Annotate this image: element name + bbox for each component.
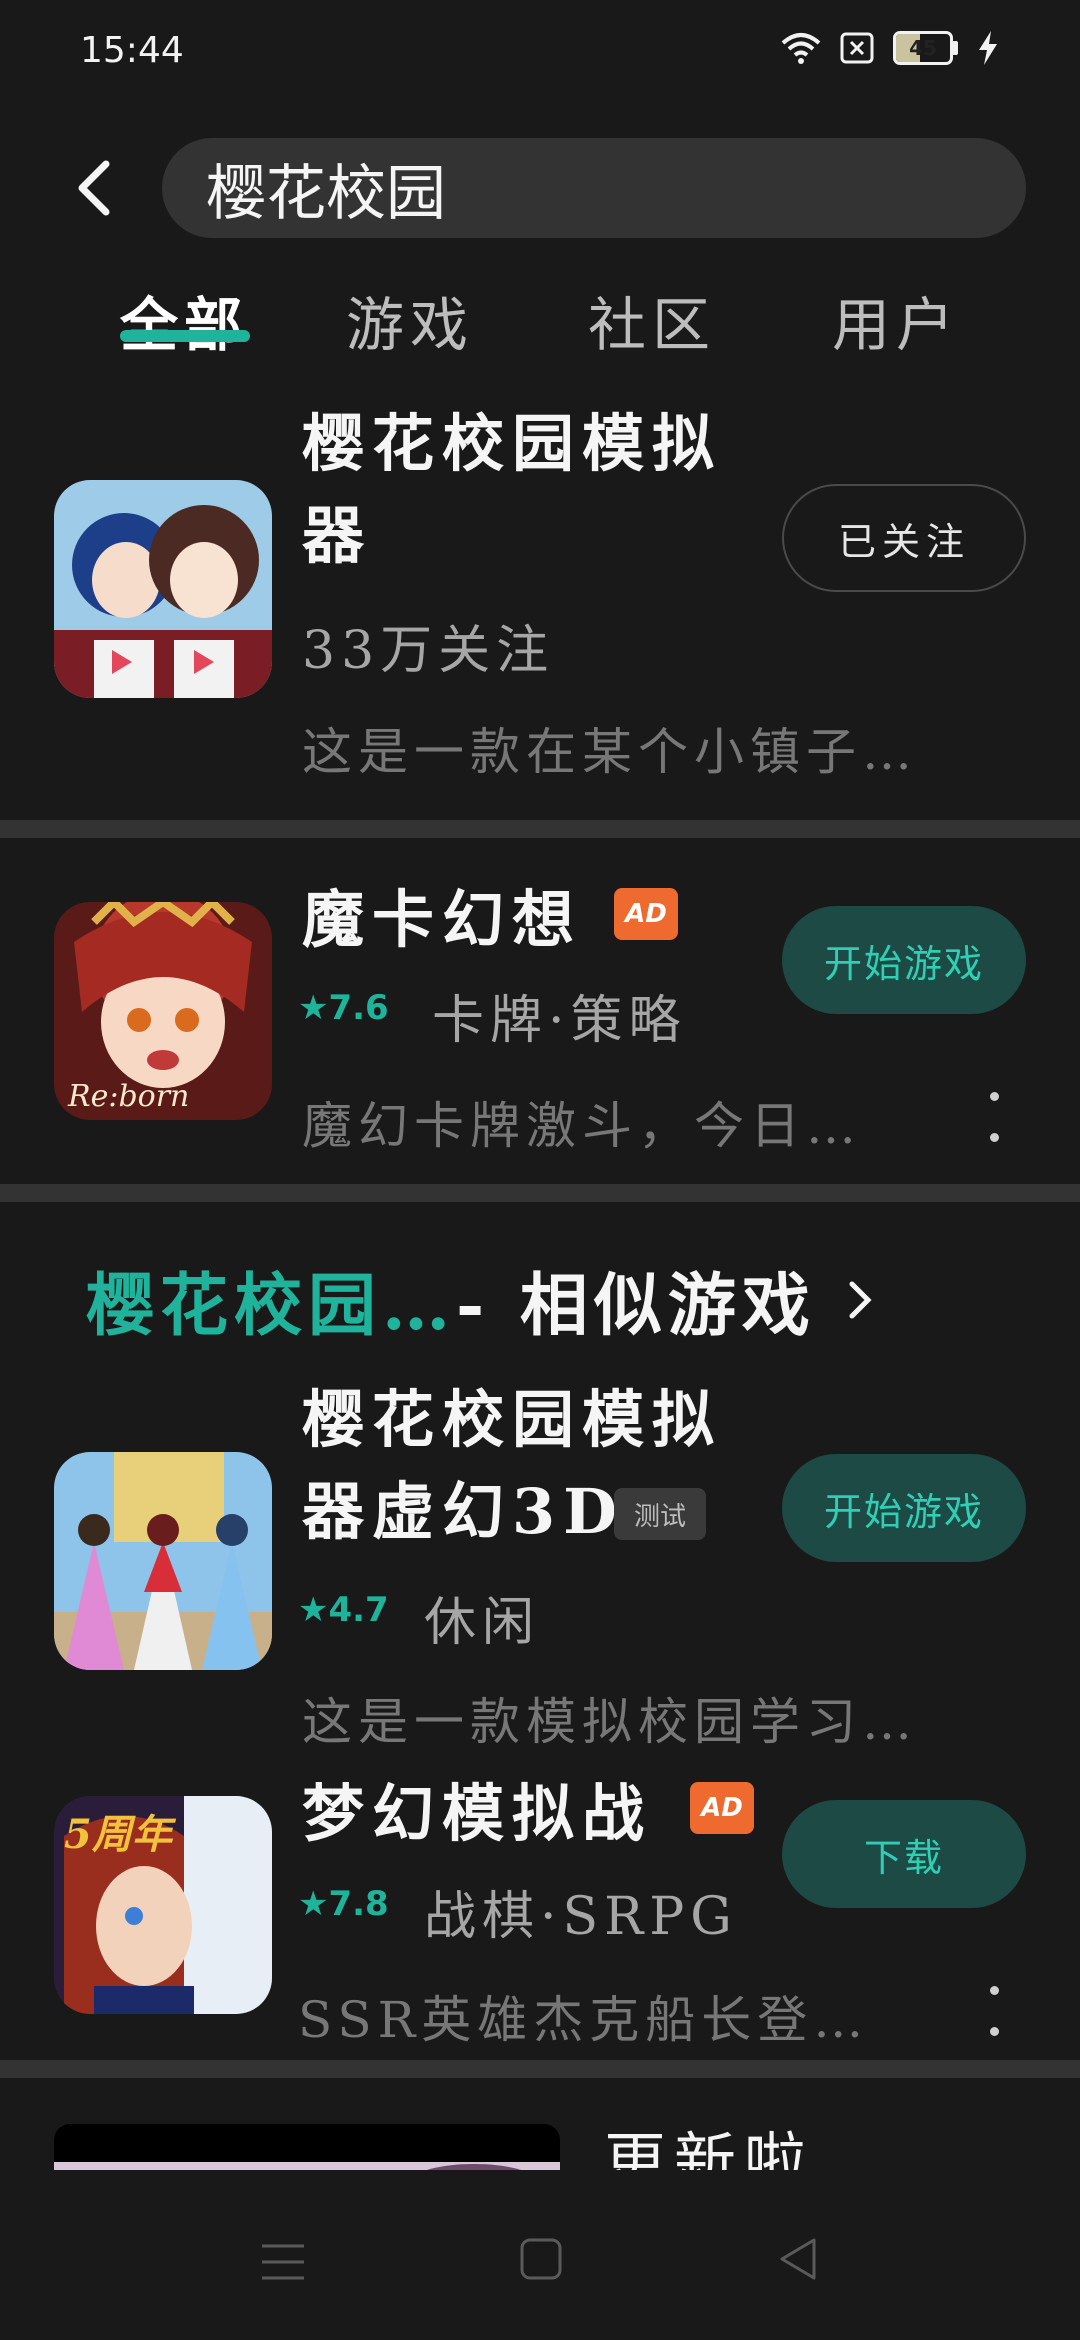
sakura-3d-icon[interactable] xyxy=(54,1452,272,1670)
mokahuanxiang-description: 魔幻卡牌激斗，今日… xyxy=(302,1097,862,1155)
charging-icon xyxy=(979,31,997,65)
section-divider xyxy=(0,1184,1080,1202)
ad-badge: AD xyxy=(614,888,678,940)
similar-games-source: 樱花校园… xyxy=(86,1266,457,1346)
chevron-right-icon xyxy=(849,1281,872,1318)
battery-tip xyxy=(953,41,958,55)
more-options-icon[interactable] xyxy=(990,1092,1006,1142)
home-icon[interactable] xyxy=(518,2236,564,2282)
tab-all[interactable]: 全部 xyxy=(120,278,248,362)
mokahuanxiang-rating-value: 7.6 xyxy=(328,988,389,1028)
menghuan-rating: ★7.8 xyxy=(298,1884,389,1924)
battery-level: 45 xyxy=(909,36,937,60)
search-query: 樱花校园 xyxy=(206,158,446,229)
star-icon: ★ xyxy=(298,1884,329,1924)
back-arrow-icon[interactable] xyxy=(74,158,114,218)
topic-title-line1[interactable]: 樱花校园模拟 xyxy=(302,398,722,490)
topic-followers: 33万关注 xyxy=(302,621,555,681)
status-time: 15:44 xyxy=(80,30,184,71)
sakura-3d-tags: 休闲 xyxy=(424,1593,541,1653)
more-options-icon[interactable] xyxy=(990,1986,1006,2036)
mokahuanxiang-tags: 卡牌·策略 xyxy=(432,991,687,1051)
followed-button[interactable]: 已关注 xyxy=(782,484,1026,592)
similar-games-label: - 相似游戏 xyxy=(456,1266,816,1346)
ad-badge: AD xyxy=(690,1782,754,1834)
star-icon: ★ xyxy=(298,988,329,1028)
menghuan-icon[interactable]: 5周年 xyxy=(54,1796,272,2014)
status-icons: 45 xyxy=(781,30,1000,66)
topic-title-line2[interactable]: 器 xyxy=(302,490,372,582)
sakura-3d-rating-value: 4.7 xyxy=(328,1590,389,1630)
mokahuanxiang-icon[interactable]: Re:born xyxy=(54,902,272,1120)
menghuan-description: SSR英雄杰克船长登… xyxy=(298,1991,870,2049)
search-input[interactable]: 樱花校园 xyxy=(162,138,1026,238)
sakura-3d-rating: ★4.7 xyxy=(298,1590,389,1630)
tab-users[interactable]: 用户 xyxy=(832,278,960,362)
menu-icon[interactable] xyxy=(258,2240,308,2284)
tab-community[interactable]: 社区 xyxy=(588,278,716,362)
sakura-3d-play-button[interactable]: 开始游戏 xyxy=(782,1454,1026,1562)
tab-games[interactable]: 游戏 xyxy=(346,278,474,362)
back-triangle-icon[interactable] xyxy=(776,2234,820,2284)
tab-active-indicator xyxy=(120,330,250,342)
sim-disabled-icon xyxy=(840,32,874,64)
mokahuanxiang-icon-text: Re:born xyxy=(67,1079,189,1114)
section-divider xyxy=(0,2060,1080,2078)
sakura-3d-title-line2[interactable]: 器虚幻3D xyxy=(302,1466,625,1558)
sakura-3d-title-line1[interactable]: 樱花校园模拟 xyxy=(302,1374,722,1466)
menghuan-tags: 战棋·SRPG xyxy=(424,1887,738,1947)
wifi-icon xyxy=(781,33,821,64)
topic-icon[interactable] xyxy=(54,480,272,698)
similar-games-heading[interactable]: 樱花校园… - 相似游戏 xyxy=(86,1250,880,1349)
menghuan-icon-text: 5周年 xyxy=(64,1811,177,1858)
mokahuanxiang-title[interactable]: 魔卡幻想 xyxy=(302,874,582,966)
menghuan-download-button[interactable]: 下载 xyxy=(782,1800,1026,1908)
menghuan-rating-value: 7.8 xyxy=(328,1884,389,1924)
topic-description: 这是一款在某个小镇子… xyxy=(302,723,918,781)
sakura-3d-description: 这是一款模拟校园学习… xyxy=(302,1693,918,1751)
mokahuanxiang-rating: ★7.6 xyxy=(298,988,389,1028)
star-icon: ★ xyxy=(298,1590,329,1630)
battery-icon: 45 xyxy=(893,31,953,65)
test-badge: 测试 xyxy=(614,1488,706,1540)
mokahuanxiang-play-button[interactable]: 开始游戏 xyxy=(782,906,1026,1014)
system-navigation-bar xyxy=(0,2170,1080,2340)
section-divider xyxy=(0,820,1080,838)
menghuan-title[interactable]: 梦幻模拟战 xyxy=(302,1768,652,1860)
